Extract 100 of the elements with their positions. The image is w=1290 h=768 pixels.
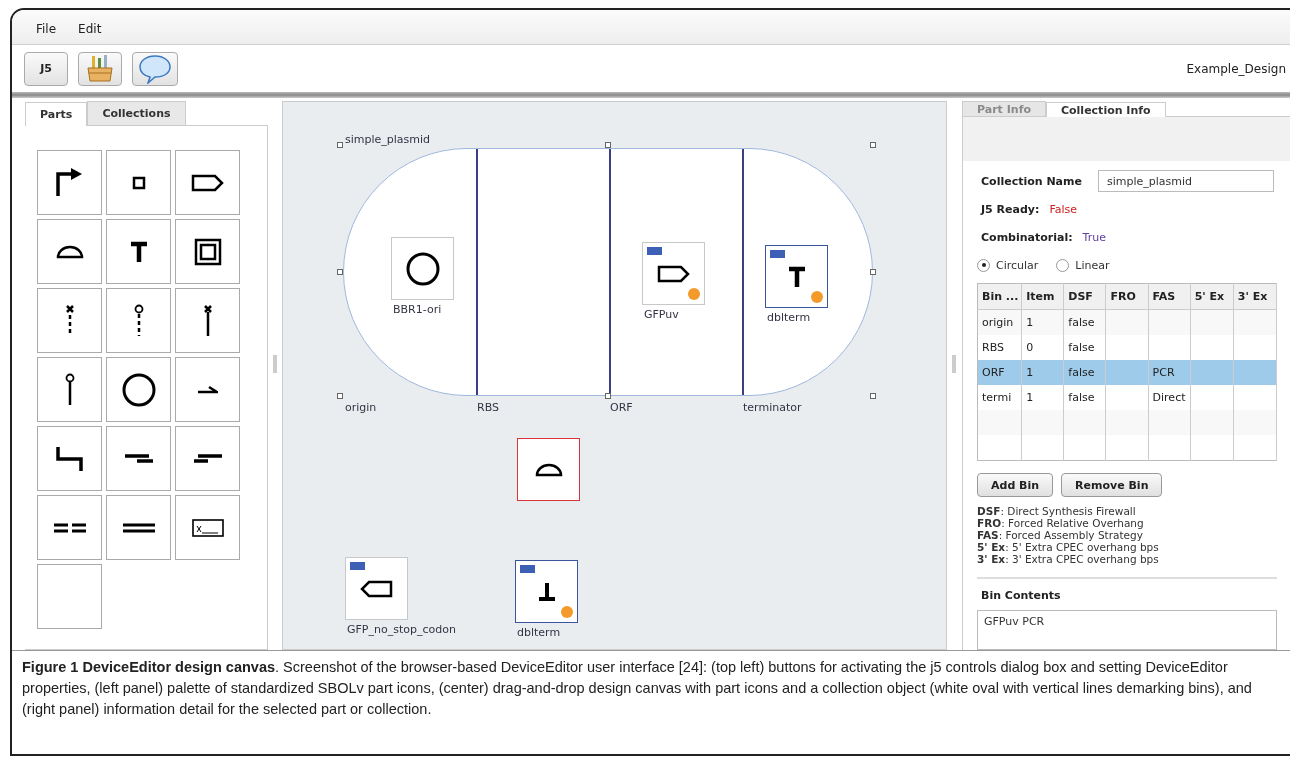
column-header[interactable]: 5' Ex [1190, 283, 1234, 310]
help-button[interactable] [132, 51, 178, 86]
resize-handle[interactable] [605, 142, 611, 148]
offset-bars-icon [192, 453, 223, 464]
panel-tab[interactable]: Collection Info [1045, 102, 1166, 117]
bin-button[interactable]: Add Bin [977, 473, 1054, 497]
bent-arrow-icon [56, 167, 83, 198]
part-tile[interactable] [515, 560, 578, 623]
boxed-x-icon [191, 518, 224, 537]
offset-bars-icon [123, 453, 154, 464]
radio-button[interactable] [1056, 258, 1070, 272]
palette-tile[interactable] [37, 357, 102, 422]
table-cell: 1 [1021, 360, 1064, 385]
palette-tile[interactable] [37, 288, 102, 353]
square-icon [131, 175, 146, 190]
palette-tile[interactable] [106, 426, 171, 491]
legend-line: FRO: Forced Relative Overhang [977, 517, 1145, 529]
part-tile[interactable] [765, 245, 828, 308]
bin-label: origin [344, 401, 377, 414]
part-label: dblterm [766, 311, 812, 324]
part-label: GFP_no_stop_codon [346, 623, 456, 636]
menu-item[interactable]: File [28, 20, 65, 38]
bin-label: RBS [476, 401, 499, 414]
palette-tile[interactable] [37, 495, 102, 560]
field-label: J5 Ready: [979, 202, 1040, 216]
column-header[interactable]: FRO [1105, 283, 1149, 310]
table-cell: PCR [1148, 360, 1191, 385]
field-label: Combinatorial: [980, 230, 1073, 244]
palette-tile[interactable] [106, 288, 171, 353]
tee-icon [787, 265, 806, 288]
palette-tile[interactable] [175, 288, 240, 353]
palette-tile[interactable] [175, 495, 240, 560]
legend-line: DSF: Direct Synthesis Firewall [977, 505, 1137, 517]
circle-icon [405, 251, 440, 286]
panel-tab[interactable]: Collections [87, 101, 186, 125]
bin-contents-field[interactable]: GFPuv PCR [977, 610, 1277, 650]
pentagon-arrow-icon [657, 264, 690, 283]
legend-line: 5' Ex: 5' Extra CPEC overhang bps [977, 541, 1160, 553]
table-row[interactable]: origin 1 false [977, 309, 1277, 335]
radio-label: Circular [996, 258, 1039, 272]
resize-handle[interactable] [337, 269, 343, 275]
palette-tile[interactable] [37, 219, 102, 284]
legend-line: 3' Ex: 3' Extra CPEC overhang bps [977, 553, 1160, 565]
step-line-icon [56, 445, 83, 472]
field-label: Collection Name [980, 174, 1082, 188]
hook-icon [197, 385, 218, 394]
palette-tile[interactable] [106, 219, 171, 284]
double-bar-icon [121, 522, 156, 533]
circle-dashed-line-icon [133, 304, 144, 337]
pentagon-arrow-icon [191, 173, 224, 192]
part-label: dblterm [516, 626, 562, 639]
part-tile[interactable] [517, 438, 580, 501]
panel-tab[interactable]: Parts [25, 102, 88, 126]
column-header[interactable]: Item [1021, 283, 1064, 310]
palette-tile[interactable] [175, 426, 240, 491]
palette-tile[interactable] [175, 219, 240, 284]
properties-button[interactable] [78, 51, 122, 86]
resize-handle[interactable] [337, 142, 343, 148]
figure-caption: Figure 1 DeviceEditor design canvas. Screenshot of the browser-based DeviceEditor user interface [24]: (top left) buttons for activating the j5 controls dialog box and setting DeviceEditor properties, (left panel) palette of standardized SBOLv part icons, (center) drag-and-drop design canvas with part icons and a collection object (white oval with vertical lines demarking bins), and (right panel) information detail for the selected part or collection. [22, 658, 1253, 719]
radio-button[interactable] [977, 258, 990, 272]
cross-stem-icon [202, 304, 213, 337]
status-value: False [1049, 202, 1077, 216]
bin-button[interactable]: Remove Bin [1061, 473, 1163, 497]
resize-handle[interactable] [870, 393, 876, 399]
palette-tile[interactable] [106, 495, 171, 560]
palette-tile[interactable] [175, 357, 240, 422]
resize-handle[interactable] [337, 393, 343, 399]
resize-handle[interactable] [605, 393, 611, 399]
table-cell: false [1063, 360, 1106, 385]
collection-name-field[interactable]: simple_plasmid [1097, 170, 1274, 192]
grip-icon[interactable] [952, 355, 957, 373]
resize-handle[interactable] [870, 269, 876, 275]
palette-tile[interactable] [106, 150, 171, 215]
column-header[interactable]: DSF [1063, 283, 1106, 310]
status-value: True [1082, 230, 1106, 244]
table-cell: ORF [977, 360, 1022, 385]
circle-icon [121, 372, 156, 407]
palette-tile[interactable] [37, 426, 102, 491]
bin-label: ORF [609, 401, 633, 414]
column-header[interactable]: FAS [1148, 283, 1191, 310]
part-label: GFPuv [643, 308, 680, 321]
palette-tile[interactable] [37, 150, 102, 215]
column-header[interactable]: 3' Ex [1233, 283, 1277, 310]
palette-tile[interactable] [37, 564, 102, 629]
resize-handle[interactable] [870, 142, 876, 148]
column-header[interactable]: Bin ... [977, 283, 1022, 310]
section-title: Bin Contents [981, 589, 1062, 602]
collection-label: simple_plasmid [345, 133, 431, 146]
table-row[interactable]: ORF 1 false PCR [977, 360, 1277, 385]
design-name: Example_Design [1186, 61, 1286, 76]
double-dash-icon [52, 522, 87, 533]
double-square-icon [193, 237, 222, 266]
menu-item[interactable]: Edit [70, 20, 110, 38]
palette-tile[interactable] [175, 150, 240, 215]
j5-button[interactable]: J5 [24, 51, 68, 86]
table-cell: origin [977, 309, 1022, 335]
pentagon-arrow-icon [360, 579, 393, 598]
grip-icon[interactable] [272, 355, 278, 373]
part-label: BBR1-ori [392, 303, 443, 316]
palette-tile[interactable] [106, 357, 171, 422]
